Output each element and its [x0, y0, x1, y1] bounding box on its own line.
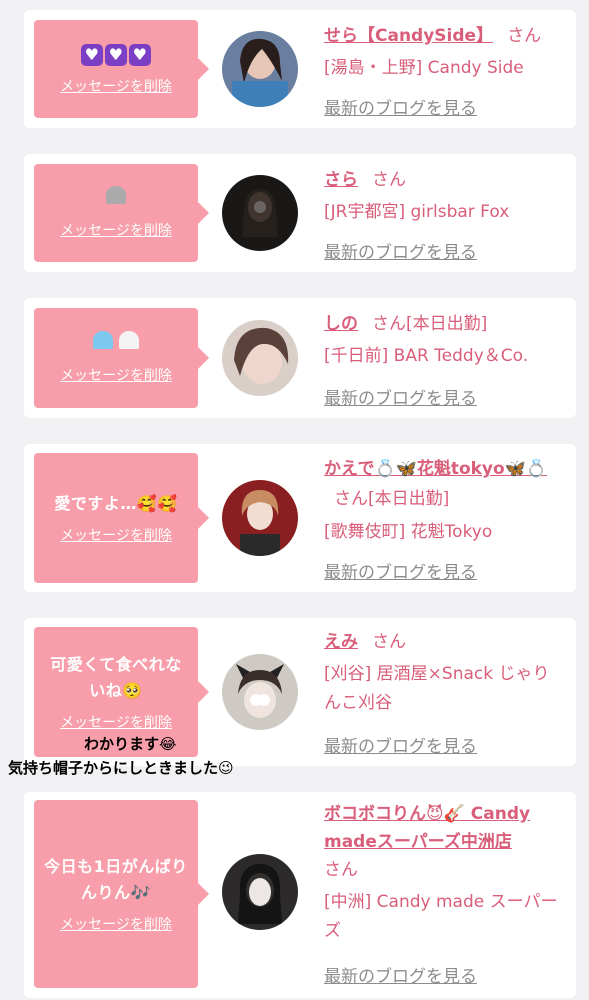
- shop-name: [刈谷] 居酒屋×Snack じゃりんこ刈谷: [324, 664, 550, 713]
- cast-info: さら さん [JR宇都宮] girlsbar Fox: [324, 166, 564, 227]
- message-bubble: メッセージを削除: [34, 308, 209, 408]
- delete-message-link[interactable]: メッセージを削除: [60, 220, 172, 240]
- delete-message-link[interactable]: メッセージを削除: [60, 712, 172, 732]
- honorific: さん: [334, 489, 368, 509]
- delete-message-link[interactable]: メッセージを削除: [60, 914, 172, 934]
- honorific: さん: [324, 860, 358, 880]
- message-card: メッセージを削除 さら さん [JR宇都宮] girlsbar Fox 最新のブロ…: [24, 154, 576, 272]
- cast-info: せら【CandySide】 さん [湯島・上野] Candy Side: [324, 22, 564, 83]
- cast-info: かえで💍🦋花魁tokyo🦋💍 さん[本日出勤] [歌舞伎町] 花魁Tokyo: [324, 454, 570, 547]
- light-blue-heart-icon: [92, 331, 113, 349]
- honorific: さん: [507, 26, 542, 46]
- message-text: ♥ ♥ ♥: [72, 42, 160, 68]
- cast-name-link[interactable]: えみ: [324, 632, 358, 652]
- grey-heart-icon: [106, 186, 126, 204]
- avatar[interactable]: [222, 854, 298, 930]
- avatar[interactable]: [222, 654, 298, 730]
- message-card: 今日も1日がんばりんりん🎶 メッセージを削除 ボコボコりん😈🎸 Candy ma…: [24, 792, 576, 998]
- shop-name: [歌舞伎町] 花魁Tokyo: [324, 522, 493, 542]
- message-text: [85, 331, 147, 357]
- delete-message-link[interactable]: メッセージを削除: [60, 365, 172, 385]
- cast-name-link[interactable]: かえで💍🦋花魁tokyo🦋💍: [324, 459, 547, 479]
- white-heart-icon: [119, 331, 140, 349]
- status-badge: [本日出勤]: [368, 489, 450, 509]
- latest-blog-link[interactable]: 最新のブログを見る: [324, 238, 477, 263]
- shop-name: [湯島・上野] Candy Side: [324, 58, 524, 78]
- honorific: さん: [372, 632, 406, 652]
- delete-message-link[interactable]: メッセージを削除: [60, 76, 172, 96]
- message-card: 愛ですよ…🥰🥰 メッセージを削除 かえで💍🦋花魁tokyo🦋💍 さん[本日出勤] …: [24, 444, 576, 592]
- cast-info: ボコボコりん😈🎸 Candy madeスーパーズ中洲店 さん [中洲] Cand…: [324, 800, 570, 946]
- message-bubble: メッセージを削除: [34, 164, 209, 262]
- message-bubble: 愛ですよ…🥰🥰 メッセージを削除: [34, 453, 209, 583]
- avatar[interactable]: [222, 320, 298, 396]
- purple-heart-icon: ♥: [105, 44, 127, 66]
- message-card: メッセージを削除 しの さん[本日出勤] [千日前] BAR Teddy＆Co. …: [24, 298, 576, 418]
- latest-blog-link[interactable]: 最新のブログを見る: [324, 732, 477, 757]
- cast-info: えみ さん [刈谷] 居酒屋×Snack じゃりんこ刈谷: [324, 628, 564, 718]
- avatar[interactable]: [222, 175, 298, 251]
- message-bubble: 今日も1日がんばりんりん🎶 メッセージを削除: [34, 800, 209, 988]
- message-bubble: ♥ ♥ ♥ メッセージを削除: [34, 20, 209, 118]
- latest-blog-link[interactable]: 最新のブログを見る: [324, 94, 477, 119]
- cast-name-link[interactable]: さら: [324, 170, 358, 190]
- message-card: ♥ ♥ ♥ メッセージを削除 せら【CandySide】 さん [湯島・上野] Can…: [24, 10, 576, 128]
- honorific: さん: [372, 314, 406, 334]
- cast-name-link[interactable]: しの: [324, 314, 358, 334]
- message-text: 愛ですよ…🥰🥰: [54, 494, 178, 513]
- avatar[interactable]: [222, 31, 298, 107]
- message-text: 今日も1日がんばりんりん🎶: [44, 857, 188, 902]
- shop-name: [JR宇都宮] girlsbar Fox: [324, 202, 510, 222]
- purple-heart-icon: ♥: [129, 44, 151, 66]
- honorific: さん: [372, 170, 406, 190]
- message-text: 可愛くて食べれないね🥺: [50, 655, 182, 700]
- cast-name-link[interactable]: せら【CandySide】: [324, 26, 493, 46]
- shop-name: [千日前] BAR Teddy＆Co.: [324, 346, 529, 366]
- avatar[interactable]: [222, 480, 298, 556]
- overlay-caption-1: わかります😂: [84, 735, 177, 753]
- status-badge: [本日出勤]: [406, 314, 488, 334]
- message-text: [98, 186, 134, 212]
- purple-heart-icon: ♥: [81, 44, 103, 66]
- latest-blog-link[interactable]: 最新のブログを見る: [324, 962, 477, 987]
- shop-name: [中洲] Candy made スーパーズ: [324, 892, 558, 941]
- latest-blog-link[interactable]: 最新のブログを見る: [324, 558, 477, 583]
- delete-message-link[interactable]: メッセージを削除: [60, 525, 172, 545]
- latest-blog-link[interactable]: 最新のブログを見る: [324, 384, 477, 409]
- overlay-caption-2: 気持ち帽子からにしときました😉: [8, 759, 234, 777]
- cast-info: しの さん[本日出勤] [千日前] BAR Teddy＆Co.: [324, 310, 564, 371]
- cast-name-link[interactable]: ボコボコりん😈🎸 Candy madeスーパーズ中洲店: [324, 804, 530, 852]
